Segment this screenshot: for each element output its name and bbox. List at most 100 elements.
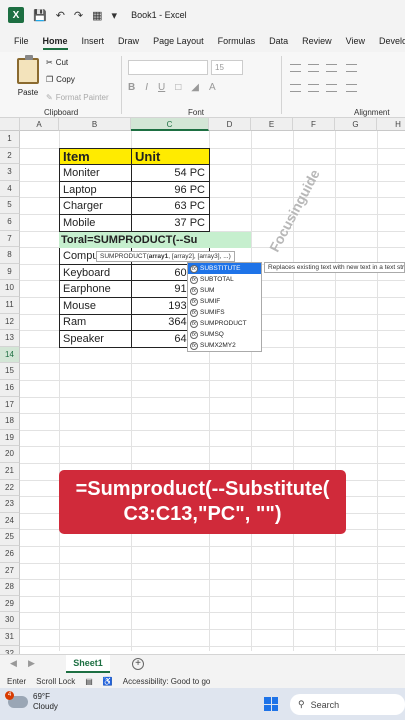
format-painter-button[interactable]: ✎ Format Painter xyxy=(46,93,109,102)
autocomplete-item[interactable]: fx SUMIF xyxy=(188,296,261,307)
table-cell-unit[interactable]: 37 PC xyxy=(131,214,210,232)
tab-home[interactable]: Home xyxy=(42,32,68,50)
row-header-2[interactable]: 2 xyxy=(0,147,20,165)
row-header-4[interactable]: 4 xyxy=(0,180,20,198)
row-header-20[interactable]: 20 xyxy=(0,446,20,463)
tab-view[interactable]: View xyxy=(346,32,365,50)
table-header-item[interactable]: Item xyxy=(59,147,132,166)
align-top-icon[interactable] xyxy=(290,64,301,72)
weather-widget[interactable]: 4 69°F Cloudy xyxy=(5,691,58,712)
row-header-15[interactable]: 15 xyxy=(0,363,20,380)
table-cell-item[interactable]: Keyboard xyxy=(59,263,132,282)
column-header-e[interactable]: E xyxy=(251,118,293,131)
redo-icon[interactable]: ↷ xyxy=(74,9,83,22)
align-left-icon[interactable] xyxy=(290,84,301,92)
select-all-corner[interactable] xyxy=(0,118,20,131)
row-header-9[interactable]: 9 xyxy=(0,263,20,281)
row-header-21[interactable]: 21 xyxy=(0,463,20,480)
row-header-10[interactable]: 10 xyxy=(0,280,20,297)
table-cell-item[interactable]: Moniter xyxy=(59,164,132,182)
row-header-11[interactable]: 11 xyxy=(0,297,20,314)
column-header-f[interactable]: F xyxy=(293,118,335,131)
column-header-d[interactable]: D xyxy=(209,118,251,131)
table-cell-unit[interactable]: 63 PC xyxy=(131,197,210,215)
column-header-h[interactable]: H xyxy=(377,118,405,131)
row-header-22[interactable]: 22 xyxy=(0,479,20,497)
macro-icon[interactable]: ▤ xyxy=(85,677,93,686)
paste-button[interactable]: Paste xyxy=(14,55,42,97)
row-header-27[interactable]: 27 xyxy=(0,562,20,580)
copy-button[interactable]: ❐ Copy xyxy=(46,75,75,84)
row-header-12[interactable]: 12 xyxy=(0,313,20,331)
tab-data[interactable]: Data xyxy=(269,32,288,50)
font-name-box[interactable] xyxy=(128,60,208,75)
autocomplete-item[interactable]: fx SUBSTITUTE xyxy=(188,263,261,274)
underline-button[interactable]: U xyxy=(158,82,165,93)
row-header-24[interactable]: 24 xyxy=(0,512,20,530)
column-header-g[interactable]: G xyxy=(335,118,377,131)
autocomplete-item[interactable]: fx SUMPRODUCT xyxy=(188,318,261,329)
indent-icon[interactable] xyxy=(346,84,357,92)
table-cell-item[interactable]: Laptop xyxy=(59,180,132,199)
table-icon[interactable]: ▦ xyxy=(92,9,102,22)
tab-review[interactable]: Review xyxy=(302,32,332,50)
autocomplete-item[interactable]: fx SUMX2MY2 xyxy=(188,340,261,351)
tab-sheet1[interactable]: Sheet1 xyxy=(66,655,110,673)
table-cell-unit[interactable]: 96 PC xyxy=(131,180,210,199)
row-header-8[interactable]: 8 xyxy=(0,247,20,264)
add-sheet-button[interactable]: + xyxy=(132,658,144,670)
autocomplete-item[interactable]: fx SUM xyxy=(188,285,261,296)
tab-draw[interactable]: Draw xyxy=(118,32,139,50)
row-header-6[interactable]: 6 xyxy=(0,214,20,231)
row-header-19[interactable]: 19 xyxy=(0,429,20,447)
orientation-icon[interactable] xyxy=(346,64,357,72)
row-header-5[interactable]: 5 xyxy=(0,197,20,214)
border-icon[interactable]: □ xyxy=(175,82,181,93)
tab-developer[interactable]: Developer xyxy=(379,32,405,50)
autocomplete-item[interactable]: fx SUBTOTAL xyxy=(188,274,261,285)
row-header-16[interactable]: 16 xyxy=(0,380,20,397)
fill-color-icon[interactable]: ◢ xyxy=(191,82,199,93)
save-icon[interactable]: 💾 xyxy=(33,9,47,22)
undo-icon[interactable]: ↶ xyxy=(56,9,65,22)
row-header-29[interactable]: 29 xyxy=(0,595,20,613)
row-header-14[interactable]: 14 xyxy=(0,346,20,364)
font-size-box[interactable]: 15 xyxy=(211,60,243,75)
table-cell-item[interactable]: Mobile xyxy=(59,214,132,232)
row-header-31[interactable]: 31 xyxy=(0,629,20,646)
chevron-down-icon[interactable]: ▾ xyxy=(112,9,118,22)
row-header-23[interactable]: 23 xyxy=(0,496,20,513)
align-middle-icon[interactable] xyxy=(308,64,319,72)
row-header-1[interactable]: 1 xyxy=(0,131,20,148)
chevron-right-icon[interactable]: ▶ xyxy=(28,658,35,669)
table-cell-item[interactable]: Earphone xyxy=(59,280,132,298)
tab-file[interactable]: File xyxy=(14,32,29,50)
windows-start-icon[interactable] xyxy=(264,697,278,711)
table-cell-item[interactable]: Charger xyxy=(59,197,132,215)
row-header-13[interactable]: 13 xyxy=(0,330,20,347)
row-header-25[interactable]: 25 xyxy=(0,529,20,546)
accessibility-icon[interactable]: ♿ xyxy=(103,677,113,686)
row-header-3[interactable]: 3 xyxy=(0,164,20,181)
row-header-7[interactable]: 7 xyxy=(0,230,20,248)
table-cell-unit[interactable]: 54 PC xyxy=(131,164,210,182)
cut-button[interactable]: ✂ Cut xyxy=(46,58,68,67)
row-header-28[interactable]: 28 xyxy=(0,579,20,596)
table-cell-item[interactable]: Speaker xyxy=(59,330,132,348)
bold-button[interactable]: B xyxy=(128,82,135,93)
tab-formulas[interactable]: Formulas xyxy=(218,32,256,50)
align-right-icon[interactable] xyxy=(326,84,337,92)
column-header-c[interactable]: C xyxy=(131,118,209,131)
taskbar-search[interactable]: ⚲ Search xyxy=(290,694,405,715)
italic-button[interactable]: I xyxy=(145,82,148,93)
row-header-17[interactable]: 17 xyxy=(0,396,20,414)
row-header-18[interactable]: 18 xyxy=(0,413,20,430)
font-color-icon[interactable]: A xyxy=(209,82,216,93)
tab-insert[interactable]: Insert xyxy=(82,32,105,50)
align-center-icon[interactable] xyxy=(308,84,319,92)
row-header-30[interactable]: 30 xyxy=(0,612,20,629)
align-bottom-icon[interactable] xyxy=(326,64,337,72)
column-header-b[interactable]: B xyxy=(59,118,131,131)
column-header-a[interactable]: A xyxy=(20,118,59,131)
active-cell-editor[interactable]: Toral =SUMPRODUCT(--Su xyxy=(59,232,251,248)
